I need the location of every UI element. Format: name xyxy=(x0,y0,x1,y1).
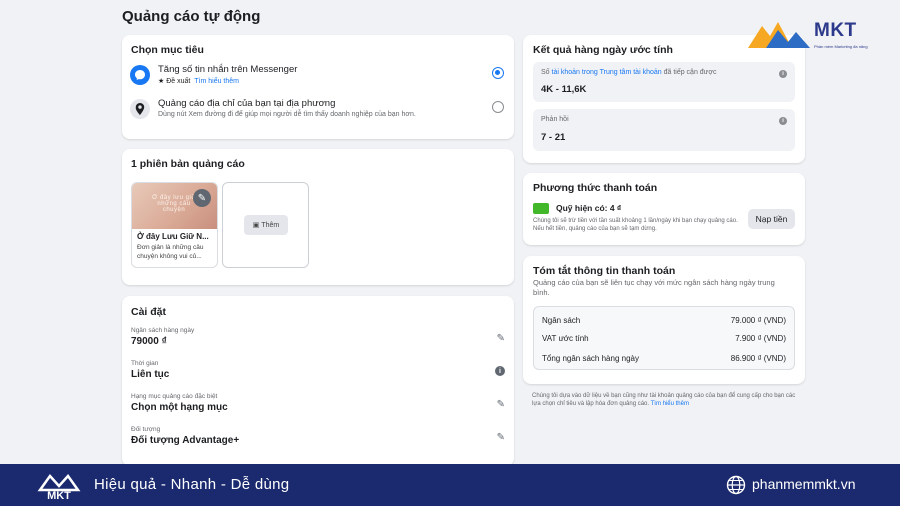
setting-label: Ngân sách hàng ngày xyxy=(131,327,195,334)
setting-value: 79000 ₫ xyxy=(131,336,167,347)
goal-option-title: Quảng cáo địa chỉ của bạn tại địa phương xyxy=(158,98,336,109)
recommended-badge: ★ Đề xuất xyxy=(158,78,191,85)
globe-icon xyxy=(726,475,746,495)
add-version-tile[interactable]: ▣ Thêm xyxy=(222,182,309,268)
responses-metric: Phản hồi 7 - 21 i xyxy=(533,109,795,151)
goal-radio-local[interactable] xyxy=(492,101,504,113)
info-icon[interactable]: i xyxy=(779,117,787,125)
payment-method-card: Phương thức thanh toán Quỹ hiện có: 4 ₫ … xyxy=(523,173,805,245)
brand-tagline: Hiệu quả - Nhanh - Dễ dùng xyxy=(94,476,290,493)
reach-metric: Số tài khoản trong Trung tâm tài khoản đ… xyxy=(533,62,795,102)
edit-pencil-icon[interactable]: ✎ xyxy=(193,189,211,207)
billing-summary-title: Tóm tắt thông tin thanh toán xyxy=(533,265,676,277)
goal-option-title: Tăng số tin nhắn trên Messenger xyxy=(158,64,298,75)
summary-row-vat: VAT ước tính 7.900 ₫ (VND) xyxy=(542,334,786,343)
summary-label: VAT ước tính xyxy=(542,334,589,343)
billing-summary-card: Tóm tắt thông tin thanh toán Quảng cáo c… xyxy=(523,256,805,384)
summary-label: Tổng ngân sách hàng ngày xyxy=(542,354,639,363)
settings-title: Cài đặt xyxy=(131,306,167,318)
billing-summary-subtitle: Quảng cáo của bạn sẽ liên tục chạy với m… xyxy=(533,278,775,298)
info-icon[interactable]: i xyxy=(495,366,505,376)
goal-card-title: Chọn mục tiêu xyxy=(131,44,204,56)
setting-value: Chọn một hạng mục xyxy=(131,402,228,413)
responses-value: 7 - 21 xyxy=(541,132,566,143)
setting-label: Đối tượng xyxy=(131,426,161,433)
billing-summary-table: Ngân sách 79.000 ₫ (VND) VAT ước tính 7.90… xyxy=(533,306,795,370)
learn-more-link[interactable]: Tìm hiểu thêm xyxy=(194,78,239,85)
mkt-footer-logo-icon: MKT xyxy=(37,474,81,502)
image-icon: ▣ xyxy=(252,222,260,229)
mkt-logo-subtext: Phần mềm Marketing đa năng xyxy=(814,44,868,49)
summary-value: 7.900 ₫ (VND) xyxy=(735,334,786,343)
summary-row-total: Tổng ngân sách hàng ngày 86.900 ₫ (VND) xyxy=(542,354,786,363)
payment-method-title: Phương thức thanh toán xyxy=(533,182,658,194)
mkt-logo-text: MKT xyxy=(814,20,857,41)
info-icon[interactable]: i xyxy=(779,70,787,78)
goal-option-subtitle: Dùng nút Xem đường đi để giúp mọi người … xyxy=(158,111,416,118)
svg-text:MKT: MKT xyxy=(47,490,71,502)
brand-footer-bar: MKT Hiệu quả - Nhanh - Dễ dùng phanmemmk… xyxy=(0,464,900,506)
add-version-label: Thêm xyxy=(261,221,280,229)
setting-label: Hạng mục quảng cáo đặc biệt xyxy=(131,393,218,400)
responses-label: Phản hồi xyxy=(541,116,569,123)
summary-value: 86.900 ₫ (VND) xyxy=(730,354,786,363)
summary-row-budget: Ngân sách 79.000 ₫ (VND) xyxy=(542,316,786,325)
brand-website[interactable]: phanmemmkt.vn xyxy=(752,476,855,492)
goal-card: Chọn mục tiêu Tăng số tin nhắn trên Mess… xyxy=(122,35,514,139)
payment-note: Chúng tôi sẽ trừ tiền với tần suất khoản… xyxy=(533,218,738,233)
daily-results-card: Kết quả hàng ngày ước tính Số tài khoản … xyxy=(523,35,805,163)
daily-results-title: Kết quả hàng ngày ước tính xyxy=(533,44,673,56)
reach-label-suffix: đã tiếp cận được xyxy=(661,69,717,76)
setting-value: Liên tục xyxy=(131,369,170,380)
available-funds: Quỹ hiện có: 4 ₫ xyxy=(556,203,622,213)
ad-name: Ở đây Lưu Giữ N... xyxy=(137,232,209,241)
mkt-mountain-icon xyxy=(748,22,810,48)
mkt-logo-top: MKT Phần mềm Marketing đa năng xyxy=(748,18,880,52)
disclaimer-learn-more-link[interactable]: Tìm hiểu thêm xyxy=(651,401,689,407)
disclaimer-text: Chúng tôi dựa vào dữ liệu về bạn cũng nh… xyxy=(532,392,800,408)
ad-description: Đơn giản là những câu chuyện không vui c… xyxy=(137,244,204,260)
setting-duration[interactable]: Thời gian Liên tục i xyxy=(131,360,505,380)
setting-special-category[interactable]: Hạng mục quảng cáo đặc biệt Chọn một hạn… xyxy=(131,393,505,413)
ad-versions-card: 1 phiên bản quảng cáo Ở đây lưu giữ nhữn… xyxy=(122,149,514,285)
setting-value: Đối tượng Advantage+ xyxy=(131,435,240,446)
ad-versions-title: 1 phiên bản quảng cáo xyxy=(131,158,245,170)
pencil-icon[interactable]: ✎ xyxy=(497,432,505,443)
goal-option-messenger[interactable]: Tăng số tin nhắn trên Messenger ★ Đề xuấ… xyxy=(130,64,506,85)
ad-preview-tile[interactable]: Ở đây lưu giữ những câu chuyện ✎ Ở đây L… xyxy=(131,182,218,268)
add-version-button[interactable]: ▣ Thêm xyxy=(244,215,288,235)
wallet-icon xyxy=(533,203,549,214)
location-pin-icon xyxy=(130,99,150,119)
pencil-icon[interactable]: ✎ xyxy=(497,399,505,410)
settings-card: Cài đặt Ngân sách hàng ngày 79000 ₫ ✎ Th… xyxy=(122,296,514,466)
goal-option-local[interactable]: Quảng cáo địa chỉ của bạn tại địa phương… xyxy=(130,98,506,119)
reach-label-prefix: Số xyxy=(541,69,552,76)
reach-value: 4K - 11,6K xyxy=(541,84,587,95)
messenger-icon xyxy=(130,65,150,85)
goal-radio-messenger[interactable] xyxy=(492,67,504,79)
page-title: Quảng cáo tự động xyxy=(122,8,261,25)
setting-label: Thời gian xyxy=(131,360,159,367)
summary-value: 79.000 ₫ (VND) xyxy=(730,316,786,325)
top-up-button[interactable]: Nạp tiền xyxy=(748,209,795,229)
accounts-center-link[interactable]: tài khoản trong Trung tâm tài khoản xyxy=(552,69,662,76)
pencil-icon[interactable]: ✎ xyxy=(497,333,505,344)
setting-budget[interactable]: Ngân sách hàng ngày 79000 ₫ ✎ xyxy=(131,327,505,347)
setting-audience[interactable]: Đối tượng Đối tượng Advantage+ ✎ xyxy=(131,426,505,446)
summary-label: Ngân sách xyxy=(542,316,581,325)
